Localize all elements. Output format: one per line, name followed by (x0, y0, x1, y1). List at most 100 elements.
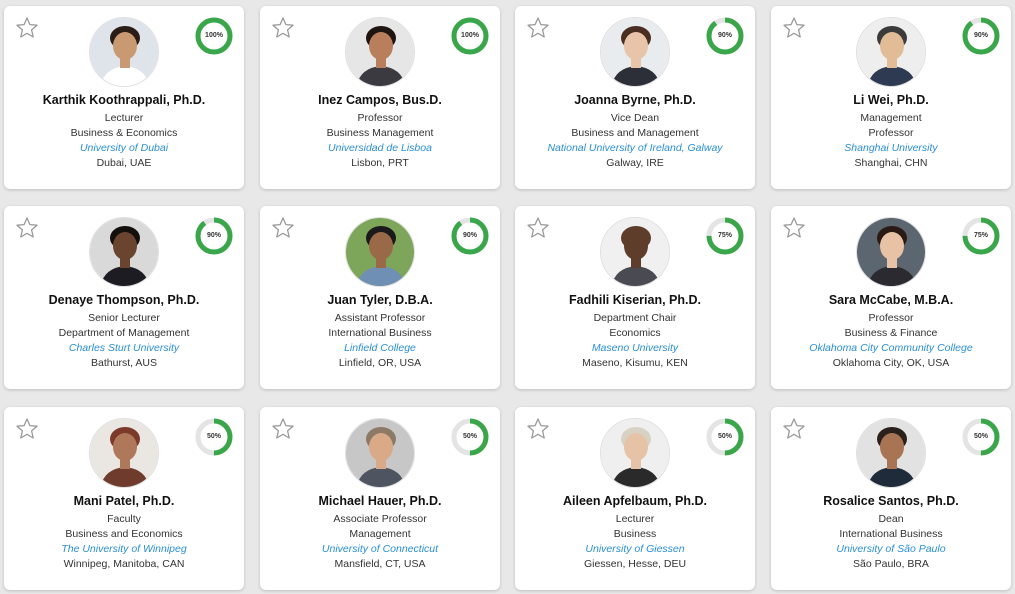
profile-photo[interactable] (345, 418, 415, 488)
faculty-university-link[interactable]: University of Giessen (519, 543, 751, 555)
faculty-card[interactable]: 50% Michael Hauer, Ph.D. Associate Profess… (260, 407, 500, 590)
faculty-name[interactable]: Li Wei, Ph.D. (775, 93, 1007, 107)
favorite-star-icon[interactable] (526, 216, 550, 240)
faculty-location: Mansfield, CT, USA (334, 558, 426, 570)
faculty-department: Business (613, 528, 657, 540)
faculty-title: Faculty (107, 513, 141, 525)
match-score-label: 90% (462, 232, 477, 239)
match-score-label: 50% (206, 433, 221, 440)
faculty-name[interactable]: Mani Patel, Ph.D. (8, 494, 240, 508)
favorite-star-icon[interactable] (271, 16, 295, 40)
faculty-university-link[interactable]: University of São Paulo (775, 543, 1007, 555)
favorite-star-icon[interactable] (271, 417, 295, 441)
match-score-label: 100% (461, 32, 479, 39)
faculty-department: Economics (609, 327, 661, 339)
faculty-university-link[interactable]: University of Dubai (8, 142, 240, 154)
favorite-star-icon[interactable] (271, 216, 295, 240)
faculty-location: Linfield, OR, USA (338, 357, 422, 369)
faculty-location: Lisbon, PRT (351, 157, 409, 169)
faculty-title: Senior Lecturer (88, 312, 160, 324)
faculty-title: Professor (868, 312, 914, 324)
faculty-department: Department of Management (58, 327, 190, 339)
faculty-title: Management (860, 112, 922, 124)
faculty-name[interactable]: Denaye Thompson, Ph.D. (8, 293, 240, 307)
profile-photo[interactable] (856, 17, 926, 87)
profile-photo[interactable] (856, 418, 926, 488)
faculty-university-link[interactable]: The University of Winnipeg (8, 543, 240, 555)
faculty-name[interactable]: Michael Hauer, Ph.D. (264, 494, 496, 508)
faculty-name[interactable]: Joanna Byrne, Ph.D. (519, 93, 751, 107)
match-score-label: 50% (973, 433, 988, 440)
faculty-university-link[interactable]: University of Connecticut (264, 543, 496, 555)
faculty-university-link[interactable]: Shanghai University (775, 142, 1007, 154)
profile-photo[interactable] (600, 217, 670, 287)
faculty-card[interactable]: 90% Joanna Byrne, Ph.D. Vice Dean Business … (515, 6, 755, 189)
faculty-name[interactable]: Karthik Koothrappali, Ph.D. (8, 93, 240, 107)
profile-photo[interactable] (89, 217, 159, 287)
favorite-star-icon[interactable] (526, 16, 550, 40)
favorite-star-icon[interactable] (782, 16, 806, 40)
faculty-card[interactable]: 90% Denaye Thompson, Ph.D. Senior Lecturer… (4, 206, 244, 389)
profile-photo[interactable] (89, 17, 159, 87)
faculty-university-link[interactable]: National University of Ireland, Galway (519, 142, 751, 154)
faculty-card[interactable]: 100% Inez Campos, Bus.D. Professor Business… (260, 6, 500, 189)
faculty-department: Business & Finance (844, 327, 938, 339)
faculty-card[interactable]: 50% Rosalice Santos, Ph.D. Dean Internation… (771, 407, 1011, 590)
faculty-location: Oklahoma City, OK, USA (832, 357, 950, 369)
favorite-star-icon[interactable] (782, 417, 806, 441)
favorite-star-icon[interactable] (15, 417, 39, 441)
faculty-card-grid: 100% Karthik Koothrappali, Ph.D. Lecturer B… (0, 0, 1015, 594)
faculty-title: Assistant Professor (334, 312, 426, 324)
faculty-name[interactable]: Aileen Apfelbaum, Ph.D. (519, 494, 751, 508)
faculty-department: Professor (868, 127, 914, 139)
match-score-label: 75% (973, 232, 988, 239)
faculty-card[interactable]: 90% Li Wei, Ph.D. Management Professor Shang… (771, 6, 1011, 189)
faculty-location: São Paulo, BRA (853, 558, 929, 570)
profile-photo[interactable] (345, 217, 415, 287)
profile-photo[interactable] (89, 418, 159, 488)
faculty-card[interactable]: 50% Mani Patel, Ph.D. Faculty Business and … (4, 407, 244, 590)
faculty-location: Maseno, Kisumu, KEN (582, 357, 688, 369)
profile-photo[interactable] (345, 17, 415, 87)
faculty-university-link[interactable]: Linfield College (264, 342, 496, 354)
faculty-location: Giessen, Hesse, DEU (583, 558, 687, 570)
faculty-university-link[interactable]: Oklahoma City Community College (775, 342, 1007, 354)
favorite-star-icon[interactable] (15, 16, 39, 40)
faculty-name[interactable]: Inez Campos, Bus.D. (264, 93, 496, 107)
faculty-card[interactable]: 90% Juan Tyler, D.B.A. Assistant Professor… (260, 206, 500, 389)
match-score-label: 90% (717, 32, 732, 39)
faculty-title: Lecturer (615, 513, 655, 525)
faculty-university-link[interactable]: Charles Sturt University (8, 342, 240, 354)
favorite-star-icon[interactable] (15, 216, 39, 240)
faculty-location: Winnipeg, Manitoba, CAN (63, 558, 185, 570)
faculty-university-link[interactable]: Maseno University (519, 342, 751, 354)
match-score-label: 75% (717, 232, 732, 239)
faculty-department: Management (349, 528, 411, 540)
faculty-location: Galway, IRE (606, 157, 664, 169)
faculty-title: Vice Dean (610, 112, 660, 124)
faculty-name[interactable]: Juan Tyler, D.B.A. (264, 293, 496, 307)
faculty-name[interactable]: Fadhili Kiserian, Ph.D. (519, 293, 751, 307)
faculty-title: Department Chair (593, 312, 677, 324)
profile-photo[interactable] (600, 17, 670, 87)
faculty-card[interactable]: 100% Karthik Koothrappali, Ph.D. Lecturer B… (4, 6, 244, 189)
faculty-card[interactable]: 75% Fadhili Kiserian, Ph.D. Department Cha… (515, 206, 755, 389)
faculty-department: Business Management (326, 127, 434, 139)
faculty-title: Associate Professor (333, 513, 427, 525)
profile-photo[interactable] (600, 418, 670, 488)
favorite-star-icon[interactable] (526, 417, 550, 441)
faculty-location: Dubai, UAE (96, 157, 152, 169)
faculty-department: Business and Economics (65, 528, 183, 540)
faculty-name[interactable]: Rosalice Santos, Ph.D. (775, 494, 1007, 508)
profile-photo[interactable] (856, 217, 926, 287)
faculty-university-link[interactable]: Universidad de Lisboa (264, 142, 496, 154)
faculty-card[interactable]: 50% Aileen Apfelbaum, Ph.D. Lecturer Busine… (515, 407, 755, 590)
match-score-label: 90% (206, 232, 221, 239)
match-score-label: 100% (205, 32, 223, 39)
favorite-star-icon[interactable] (782, 216, 806, 240)
faculty-card[interactable]: 75% Sara McCabe, M.B.A. Professor Business … (771, 206, 1011, 389)
faculty-department: Business and Management (571, 127, 699, 139)
faculty-location: Shanghai, CHN (854, 157, 928, 169)
faculty-name[interactable]: Sara McCabe, M.B.A. (775, 293, 1007, 307)
faculty-department: International Business (328, 327, 432, 339)
